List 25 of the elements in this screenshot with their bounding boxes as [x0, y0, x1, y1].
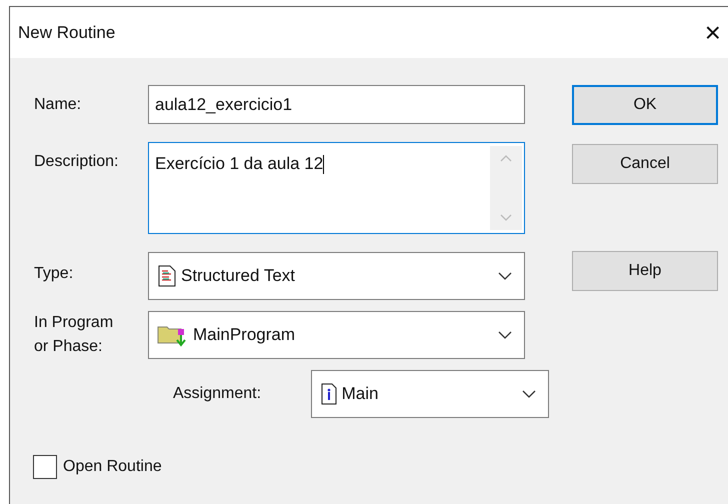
- description-field[interactable]: Exercício 1 da aula 12: [148, 142, 525, 234]
- scroll-down-icon: [500, 214, 512, 222]
- checkbox-label: Open Routine: [63, 457, 162, 477]
- dialog-button[interactable]: Cancel: [572, 144, 718, 184]
- checkbox[interactable]: [33, 455, 57, 479]
- name-field[interactable]: aula12_exercicio1: [148, 85, 525, 124]
- chevron-down-icon: [522, 390, 536, 398]
- dropdown[interactable]: Structured Text: [148, 252, 525, 300]
- dropdown[interactable]: Main: [310, 370, 549, 418]
- dialog-button[interactable]: OK: [572, 85, 718, 125]
- window-title: New Routine: [18, 22, 116, 44]
- field-label: Name:: [33, 95, 82, 115]
- page-icon: [320, 383, 338, 405]
- field-label: Assignment:: [173, 384, 262, 404]
- chevron-down-icon: [498, 272, 512, 280]
- close-button[interactable]: ×: [704, 18, 721, 46]
- field-label: Type:: [33, 264, 74, 284]
- dropdown[interactable]: MainProgram: [148, 311, 525, 359]
- document-icon: [157, 265, 177, 287]
- field-label: In Program or Phase:: [33, 313, 114, 357]
- field-label: Description:: [33, 152, 120, 172]
- dialog-button[interactable]: Help: [572, 251, 718, 291]
- scrollbar[interactable]: [490, 146, 522, 230]
- chevron-down-icon: [498, 331, 512, 339]
- scroll-up-icon: [500, 154, 512, 162]
